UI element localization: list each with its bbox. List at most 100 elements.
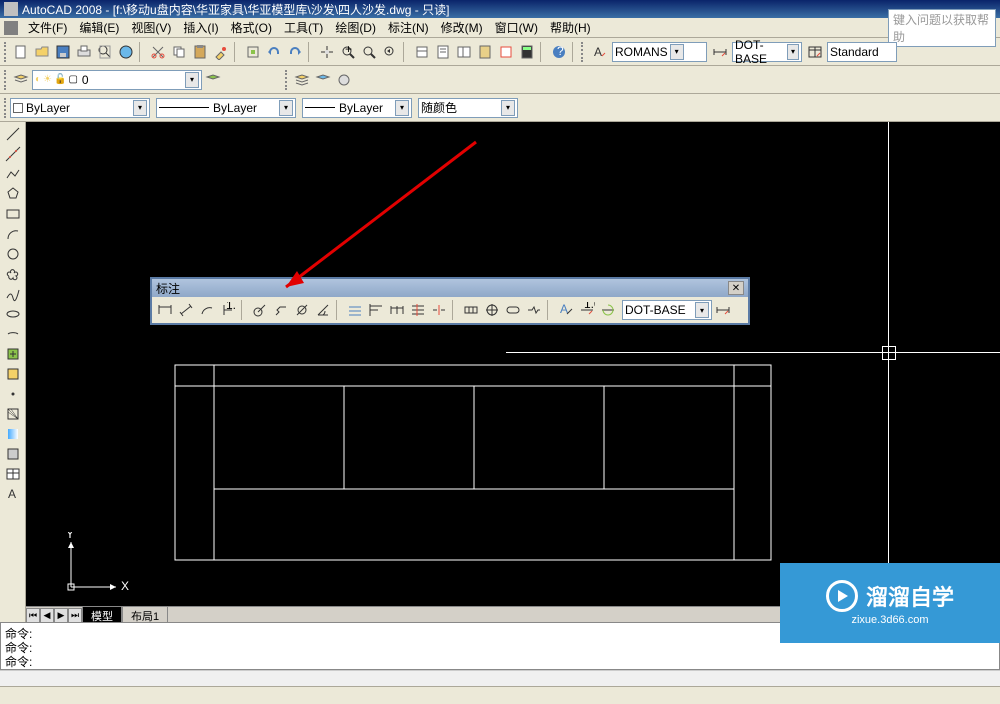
dim-angular-button[interactable] — [313, 300, 333, 320]
tab-prev-button[interactable]: ◀ — [40, 608, 54, 623]
tab-layout1[interactable]: 布局1 — [122, 606, 168, 623]
ellipse-button[interactable] — [2, 304, 24, 324]
lineweight-dropdown[interactable]: ByLayer — [302, 98, 412, 118]
spline-button[interactable] — [2, 284, 24, 304]
dim-baseline-button[interactable] — [366, 300, 386, 320]
dropdown-arrow-icon[interactable] — [670, 44, 684, 60]
tab-model[interactable]: 模型 — [82, 606, 122, 623]
command-input-line[interactable]: 命令: — [5, 653, 995, 667]
help-search-box[interactable]: 键入问题以获取帮助 — [888, 9, 996, 47]
zoom-previous-button[interactable] — [380, 42, 400, 62]
publish-button[interactable] — [116, 42, 136, 62]
revcloud-button[interactable] — [2, 264, 24, 284]
dropdown-arrow-icon[interactable] — [185, 72, 199, 88]
dim-arc-button[interactable] — [197, 300, 217, 320]
menu-insert[interactable]: 插入(I) — [177, 17, 224, 38]
linetype-dropdown[interactable]: ByLayer — [156, 98, 296, 118]
match-prop-button[interactable] — [211, 42, 231, 62]
design-center-button[interactable] — [454, 42, 474, 62]
rectangle-button[interactable] — [2, 204, 24, 224]
dropdown-arrow-icon[interactable] — [501, 100, 515, 116]
tab-next-button[interactable]: ▶ — [54, 608, 68, 623]
menu-help[interactable]: 帮助(H) — [544, 17, 597, 38]
toolbar-grip[interactable] — [285, 70, 289, 90]
dim-aligned-button[interactable] — [176, 300, 196, 320]
xline-button[interactable] — [2, 144, 24, 164]
zoom-window-button[interactable] — [359, 42, 379, 62]
dropdown-arrow-icon[interactable] — [133, 100, 147, 116]
markup-button[interactable] — [496, 42, 516, 62]
region-button[interactable] — [2, 444, 24, 464]
dim-continue-button[interactable] — [387, 300, 407, 320]
dim-quick-button[interactable] — [345, 300, 365, 320]
menu-tools[interactable]: 工具(T) — [278, 17, 329, 38]
dim-update-button[interactable] — [598, 300, 618, 320]
dim-tedit-button[interactable]: 1.0 — [577, 300, 597, 320]
pan-button[interactable] — [317, 42, 337, 62]
drawing-canvas[interactable]: X Y ⏮ ◀ ▶ ⏭ 模型 布局1 标注 ✕ 1.0 — [26, 122, 1000, 622]
polyline-button[interactable] — [2, 164, 24, 184]
tab-last-button[interactable]: ⏭ — [68, 608, 82, 623]
new-button[interactable] — [11, 42, 31, 62]
polygon-button[interactable] — [2, 184, 24, 204]
layer-iso-button[interactable] — [313, 70, 333, 90]
dim-break-button[interactable] — [429, 300, 449, 320]
menu-modify[interactable]: 修改(M) — [435, 17, 489, 38]
inspection-button[interactable] — [503, 300, 523, 320]
jogged-linear-button[interactable] — [524, 300, 544, 320]
dim-space-button[interactable] — [408, 300, 428, 320]
properties-button[interactable] — [433, 42, 453, 62]
insert-block-button[interactable] — [2, 344, 24, 364]
plotstyle-dropdown[interactable]: 随颜色 — [418, 98, 518, 118]
toolbar-grip[interactable] — [4, 42, 8, 62]
dim-radius-button[interactable] — [250, 300, 270, 320]
toolbar-grip[interactable] — [581, 42, 585, 62]
make-block-button[interactable] — [2, 364, 24, 384]
dropdown-arrow-icon[interactable] — [395, 100, 409, 116]
point-button[interactable] — [2, 384, 24, 404]
menu-draw[interactable]: 绘图(D) — [329, 17, 382, 38]
center-mark-button[interactable] — [482, 300, 502, 320]
text-style-dropdown[interactable]: ROMANS — [612, 42, 707, 62]
copy-button[interactable] — [169, 42, 189, 62]
layer-properties-button[interactable] — [11, 70, 31, 90]
layer-states-button[interactable] — [292, 70, 312, 90]
dim-style-button[interactable] — [710, 42, 730, 62]
gradient-button[interactable] — [2, 424, 24, 444]
menu-dimension[interactable]: 标注(N) — [382, 17, 435, 38]
dropdown-arrow-icon[interactable] — [695, 302, 709, 318]
command-scrollbar[interactable] — [0, 670, 1000, 686]
help-button[interactable]: ? — [549, 42, 569, 62]
menu-window[interactable]: 窗口(W) — [489, 17, 544, 38]
redo-button[interactable] — [285, 42, 305, 62]
layer-off-button[interactable] — [334, 70, 354, 90]
block-editor-button[interactable] — [243, 42, 263, 62]
line-button[interactable] — [2, 124, 24, 144]
zoom-realtime-button[interactable]: + — [338, 42, 358, 62]
dim-style-control-button[interactable] — [713, 300, 733, 320]
toolbar-grip[interactable] — [4, 98, 8, 118]
dim-diameter-button[interactable] — [292, 300, 312, 320]
dim-style-current-dropdown[interactable]: DOT-BASE — [622, 300, 712, 320]
plot-button[interactable] — [74, 42, 94, 62]
dim-jogged-button[interactable] — [271, 300, 291, 320]
ssm-button[interactable] — [412, 42, 432, 62]
toolbar-grip[interactable] — [4, 70, 8, 90]
dropdown-arrow-icon[interactable] — [279, 100, 293, 116]
table-style-button[interactable] — [805, 42, 825, 62]
layer-dropdown[interactable]: ◐☀🔓▢ 0 — [32, 70, 202, 90]
tool-palettes-button[interactable] — [475, 42, 495, 62]
preview-button[interactable] — [95, 42, 115, 62]
dim-edit-button[interactable]: A — [556, 300, 576, 320]
menu-file[interactable]: 文件(F) — [22, 17, 73, 38]
undo-button[interactable] — [264, 42, 284, 62]
dimension-toolbar[interactable]: 标注 ✕ 1.0 — [150, 277, 750, 325]
menu-view[interactable]: 视图(V) — [125, 17, 177, 38]
dim-linear-button[interactable] — [155, 300, 175, 320]
text-style-button[interactable]: A — [590, 42, 610, 62]
dim-style-dropdown[interactable]: DOT-BASE — [732, 42, 802, 62]
tolerance-button[interactable] — [461, 300, 481, 320]
calc-button[interactable] — [517, 42, 537, 62]
layer-previous-button[interactable] — [203, 70, 223, 90]
paste-button[interactable] — [190, 42, 210, 62]
